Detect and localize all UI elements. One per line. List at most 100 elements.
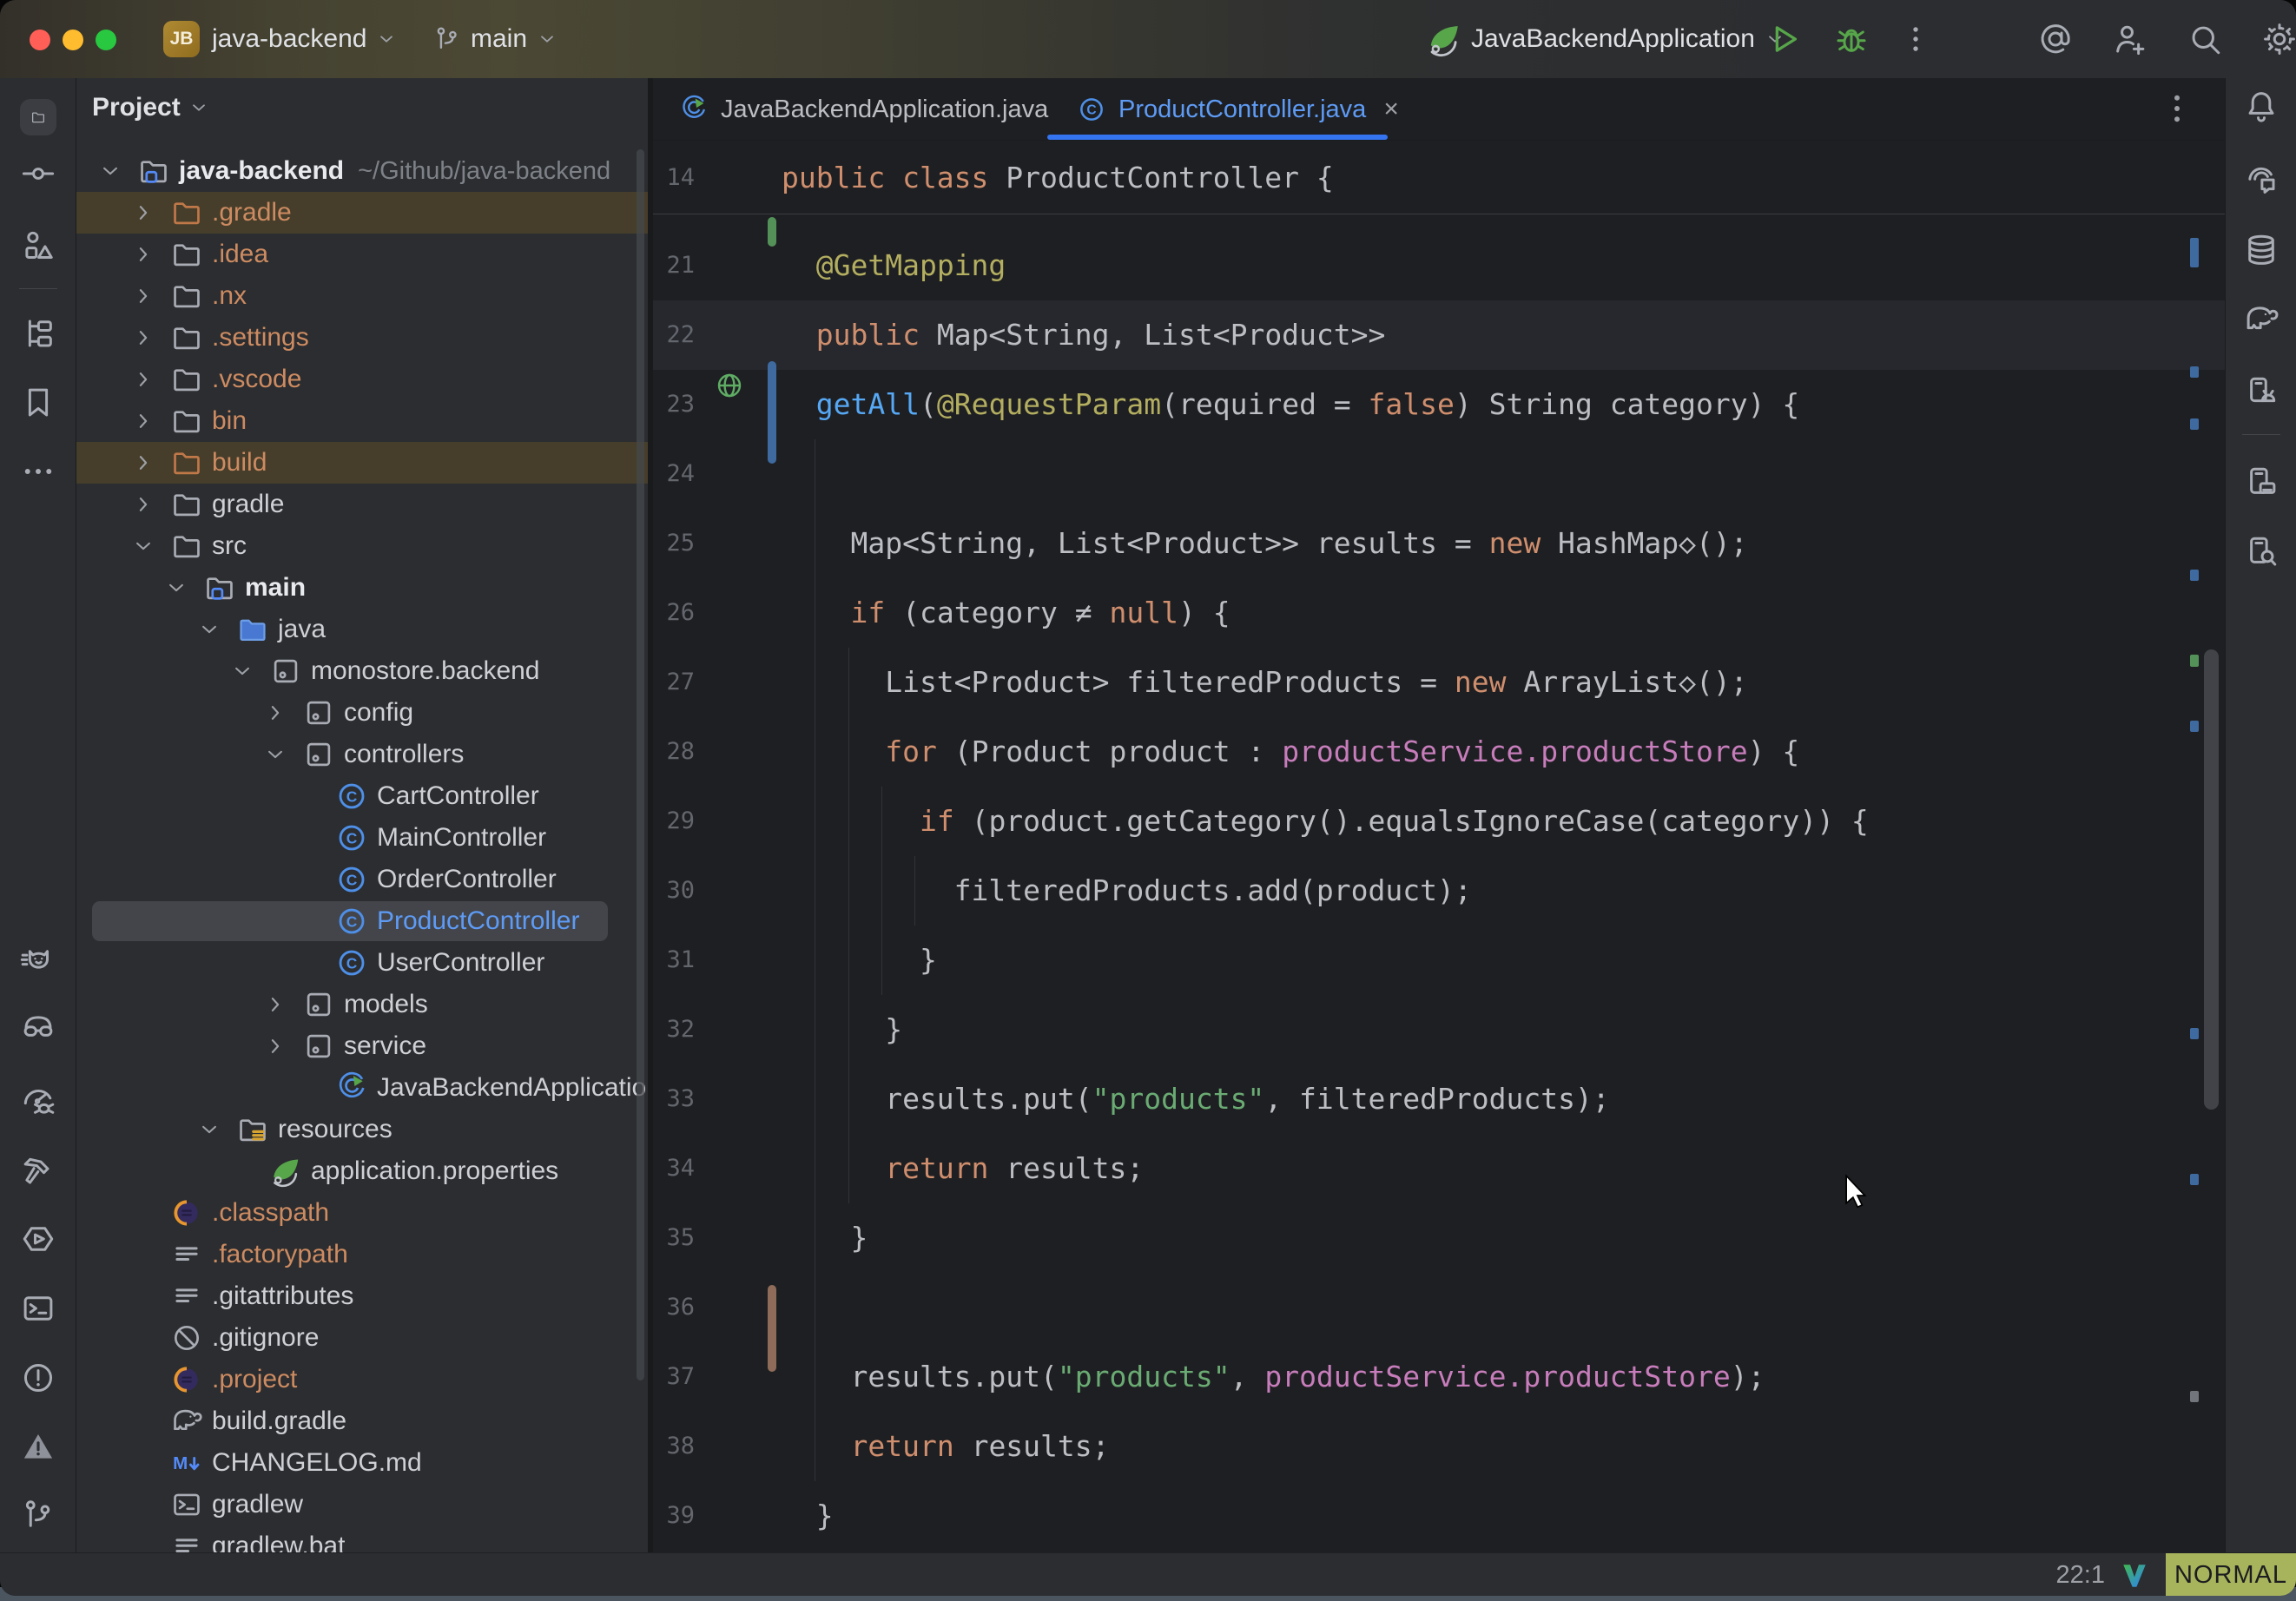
project-avatar[interactable]: JB bbox=[163, 21, 200, 57]
code-line-34[interactable]: 34 return results; bbox=[653, 1134, 2225, 1203]
tab-productcontroller[interactable]: C ProductController.java × bbox=[1077, 78, 1399, 141]
code-line-36[interactable]: 36 bbox=[653, 1273, 2225, 1342]
toolbar-version-control-icon[interactable] bbox=[20, 1497, 56, 1533]
gutter-change-marker[interactable] bbox=[768, 1285, 776, 1372]
editor-scrollbar[interactable] bbox=[2204, 649, 2219, 1110]
line-number[interactable]: 22 bbox=[653, 300, 695, 370]
tree-item--factorypath[interactable]: .factorypath bbox=[76, 1234, 648, 1275]
tree-item-java[interactable]: java bbox=[76, 609, 648, 650]
toolbar-bookmarks-icon[interactable] bbox=[20, 385, 56, 421]
tree-chevron-icon[interactable] bbox=[130, 450, 156, 476]
more-actions-button[interactable] bbox=[1899, 23, 1932, 56]
toolbar-terminal-icon[interactable] bbox=[20, 1290, 56, 1327]
tree-item-main[interactable]: main bbox=[76, 567, 648, 609]
close-tab-icon[interactable]: × bbox=[1383, 95, 1399, 124]
line-number[interactable]: 39 bbox=[653, 1481, 695, 1551]
search-everywhere-icon[interactable] bbox=[2187, 21, 2223, 57]
line-number[interactable]: 24 bbox=[653, 439, 695, 509]
gutter-change-marker[interactable] bbox=[768, 217, 776, 247]
tree-item-maincontroller[interactable]: CMainController bbox=[76, 817, 648, 859]
tree-chevron-icon[interactable] bbox=[163, 575, 189, 601]
code-with-me-icon[interactable] bbox=[2112, 21, 2148, 57]
line-number[interactable]: 30 bbox=[653, 856, 695, 926]
minimize-window-button[interactable] bbox=[63, 30, 83, 50]
toolbar-structure-icon[interactable] bbox=[20, 227, 56, 264]
tab-options-icon[interactable] bbox=[2159, 90, 2195, 127]
code-line-29[interactable]: 29 if (product.getCategory().equalsIgnor… bbox=[653, 787, 2225, 856]
error-stripe-mark[interactable] bbox=[2190, 721, 2199, 732]
toolbar-database-icon[interactable] bbox=[2243, 232, 2280, 268]
tree-item-ordercontroller[interactable]: COrderController bbox=[76, 859, 648, 900]
ideavim-icon[interactable] bbox=[2119, 1560, 2150, 1591]
toolbar-device-explorer-icon[interactable] bbox=[2243, 534, 2280, 570]
code-line-26[interactable]: 26 if (category ≠ null) { bbox=[653, 578, 2225, 648]
toolbar-running-devices-icon[interactable] bbox=[2243, 464, 2280, 501]
error-stripe-mark[interactable] bbox=[2190, 1028, 2199, 1039]
tree-item-changelog-md[interactable]: MCHANGELOG.md bbox=[76, 1442, 648, 1484]
tree-item-service[interactable]: service bbox=[76, 1025, 648, 1067]
tree-chevron-icon[interactable] bbox=[262, 992, 288, 1018]
tree-item-gradle[interactable]: gradle bbox=[76, 484, 648, 525]
tree-item-gradlew[interactable]: gradlew bbox=[76, 1484, 648, 1525]
tree-item-cartcontroller[interactable]: CCartController bbox=[76, 775, 648, 817]
tree-chevron-icon[interactable] bbox=[196, 1117, 222, 1143]
tree-item-usercontroller[interactable]: CUserController bbox=[76, 942, 648, 984]
tree-item-config[interactable]: config bbox=[76, 692, 648, 734]
toolbar-problems-icon[interactable] bbox=[20, 1360, 56, 1396]
code-line-25[interactable]: 25 Map<String, List<Product>> results = … bbox=[653, 509, 2225, 578]
spring-endpoint-globe-icon[interactable] bbox=[714, 370, 745, 401]
code-line-32[interactable]: 32 } bbox=[653, 995, 2225, 1064]
maximize-window-button[interactable] bbox=[96, 30, 116, 50]
tab-javabackendapplication[interactable]: JavaBackendApplication.java bbox=[679, 78, 1048, 141]
code-line-27[interactable]: 27 List<Product> filteredProducts = new … bbox=[653, 648, 2225, 717]
error-stripe-mark[interactable] bbox=[2190, 418, 2199, 430]
tree-item--gradle[interactable]: .gradle bbox=[76, 192, 648, 234]
tree-item--nx[interactable]: .nx bbox=[76, 275, 648, 317]
line-number[interactable]: 23 bbox=[653, 370, 695, 439]
tree-item-javabackendapplication[interactable]: JavaBackendApplication bbox=[76, 1067, 648, 1109]
tree-chevron-icon[interactable] bbox=[196, 616, 222, 642]
tree-chevron-icon[interactable] bbox=[130, 533, 156, 559]
tree-chevron-icon[interactable] bbox=[97, 158, 123, 184]
line-number[interactable]: 35 bbox=[653, 1203, 695, 1273]
tree-item--idea[interactable]: .idea bbox=[76, 234, 648, 275]
tree-item-resources[interactable]: resources bbox=[76, 1109, 648, 1150]
debug-button[interactable] bbox=[1833, 21, 1870, 57]
code-line-21[interactable]: 21 @GetMapping bbox=[653, 231, 2225, 300]
error-stripe-mark[interactable] bbox=[2190, 238, 2199, 267]
line-number[interactable]: 29 bbox=[653, 787, 695, 856]
toolbar-more-tools-icon[interactable] bbox=[20, 453, 56, 490]
tree-item--gitattributes[interactable]: .gitattributes bbox=[76, 1275, 648, 1317]
settings-gear-icon[interactable] bbox=[2261, 21, 2296, 57]
toolbar-build-icon[interactable] bbox=[20, 1151, 56, 1188]
tree-chevron-icon[interactable] bbox=[130, 283, 156, 309]
tree-chevron-icon[interactable] bbox=[262, 741, 288, 768]
toolbar-hierarchy-icon[interactable] bbox=[20, 315, 56, 352]
toolbar-commit-icon[interactable] bbox=[20, 155, 56, 192]
tree-item-src[interactable]: src bbox=[76, 525, 648, 567]
line-number[interactable]: 36 bbox=[653, 1273, 695, 1342]
code-line-33[interactable]: 33 results.put("products", filteredProdu… bbox=[653, 1064, 2225, 1134]
tree-item--settings[interactable]: .settings bbox=[76, 317, 648, 359]
gutter-change-marker[interactable] bbox=[768, 361, 776, 464]
line-number[interactable]: 34 bbox=[653, 1134, 695, 1203]
line-number[interactable]: 26 bbox=[653, 578, 695, 648]
tree-item-application-properties[interactable]: application.properties bbox=[76, 1150, 648, 1192]
code-line-38[interactable]: 38 return results; bbox=[653, 1412, 2225, 1481]
toolbar-notifications-icon[interactable] bbox=[2243, 88, 2280, 124]
tree-item--project[interactable]: .project bbox=[76, 1359, 648, 1400]
error-stripe-mark[interactable] bbox=[2190, 1174, 2199, 1185]
tree-item--vscode[interactable]: .vscode bbox=[76, 359, 648, 400]
code-line-30[interactable]: 30 filteredProducts.add(product); bbox=[653, 856, 2225, 926]
project-panel-header[interactable]: Project bbox=[92, 87, 210, 128]
tree-item--classpath[interactable]: .classpath bbox=[76, 1192, 648, 1234]
code-line-35[interactable]: 35 } bbox=[653, 1203, 2225, 1273]
tree-item-gradlew-bat[interactable]: gradlew.bat bbox=[76, 1525, 648, 1552]
code-line-31[interactable]: 31 } bbox=[653, 926, 2225, 995]
tree-chevron-icon[interactable] bbox=[130, 325, 156, 351]
tree-item-java-backend[interactable]: java-backend~/Github/java-backend bbox=[76, 150, 648, 192]
line-number[interactable]: 25 bbox=[653, 509, 695, 578]
line-number[interactable]: 31 bbox=[653, 926, 695, 995]
ai-assistant-prompt-icon[interactable] bbox=[2037, 21, 2074, 57]
error-stripe-mark[interactable] bbox=[2190, 570, 2199, 581]
